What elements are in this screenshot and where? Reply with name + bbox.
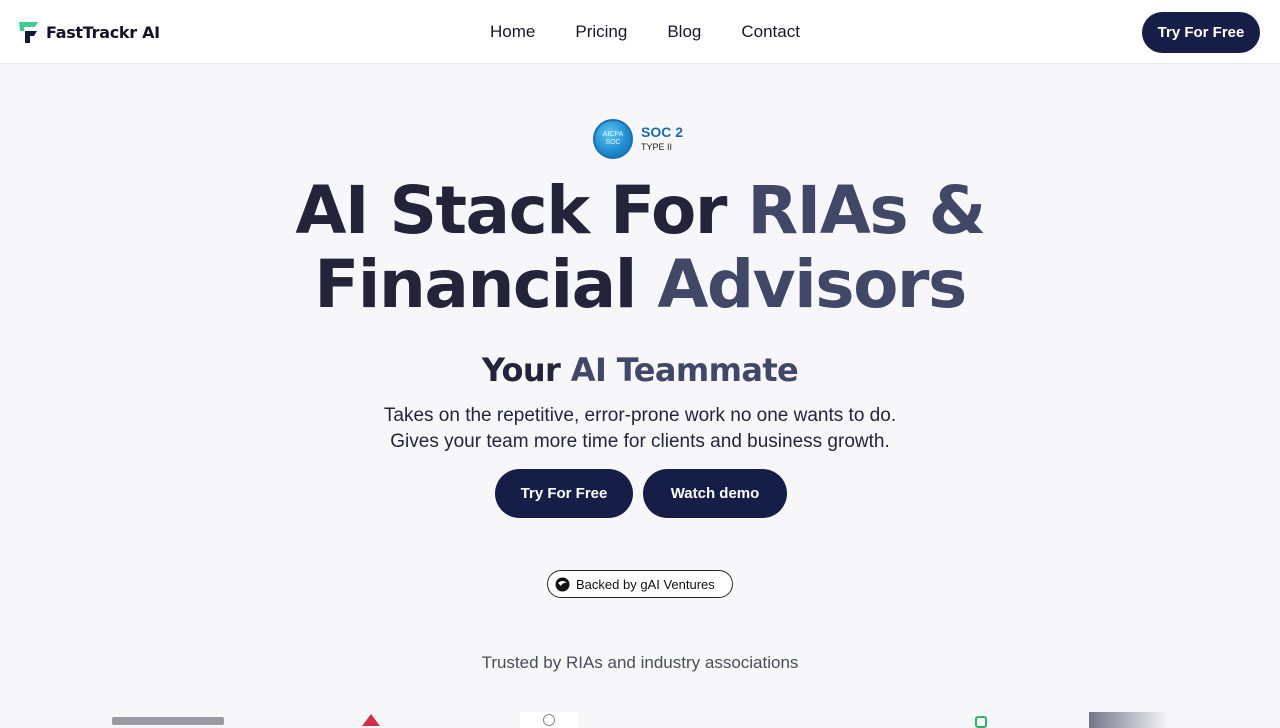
hero-subtitle-part: Your xyxy=(481,351,571,389)
aicpa-soc-seal-icon: AICPA SOC xyxy=(593,119,633,159)
hero-subtitle-part: AI Teammate xyxy=(570,351,799,389)
top-navbar: FastTrackr AI Home Pricing Blog Contact … xyxy=(0,0,1280,64)
brand-name: FastTrackr AI xyxy=(46,22,160,42)
nav-blog[interactable]: Blog xyxy=(667,22,701,42)
soc2-badge: AICPA SOC SOC 2 TYPE II xyxy=(593,119,683,159)
fasttrackr-logo-icon xyxy=(18,20,40,44)
header-try-for-free-button[interactable]: Try For Free xyxy=(1142,12,1260,53)
partner-logo xyxy=(975,712,989,728)
hero-title-part: RIAs & xyxy=(747,172,986,249)
soc-subtitle: TYPE II xyxy=(641,142,673,152)
nav-contact[interactable]: Contact xyxy=(741,22,800,42)
nav-pricing[interactable]: Pricing xyxy=(575,22,627,42)
seal-top-text: AICPA xyxy=(602,131,624,138)
hero-title-part: Financial xyxy=(314,246,658,323)
hero-description-line: Takes on the repetitive, error-prone wor… xyxy=(383,405,897,426)
brand-link[interactable]: FastTrackr AI xyxy=(18,20,160,44)
partner-logo xyxy=(520,712,578,728)
trusted-by-heading: Trusted by RIAs and industry association… xyxy=(481,653,799,672)
watch-demo-button[interactable]: Watch demo xyxy=(643,469,787,518)
partner-logo xyxy=(696,712,776,728)
hero-title: AI Stack For RIAs & Financial Advisors xyxy=(0,174,1280,322)
hero-try-for-free-button[interactable]: Try For Free xyxy=(495,469,633,518)
hero-subtitle: Your AI Teammate xyxy=(0,350,1280,390)
hero-cta-row: Try For Free Watch demo xyxy=(495,469,787,518)
backed-by-label: Backed by gAI Ventures xyxy=(576,576,715,592)
gai-ventures-icon xyxy=(555,577,570,592)
main-nav: Home Pricing Blog Contact xyxy=(490,22,800,42)
partner-logo xyxy=(1089,712,1169,728)
nav-home[interactable]: Home xyxy=(490,22,535,42)
hero-title-part: Advisors xyxy=(657,246,967,323)
hero-description: Takes on the repetitive, error-prone wor… xyxy=(0,403,1280,455)
backed-by-badge[interactable]: Backed by gAI Ventures xyxy=(547,570,733,598)
hero-title-part: AI Stack For xyxy=(295,172,748,249)
seal-bottom-text: SOC xyxy=(605,139,621,146)
partner-logo xyxy=(112,712,224,728)
soc-title: SOC 2 xyxy=(641,124,684,140)
hero-description-line: Gives your team more time for clients an… xyxy=(390,431,890,452)
partner-logo xyxy=(360,712,382,728)
